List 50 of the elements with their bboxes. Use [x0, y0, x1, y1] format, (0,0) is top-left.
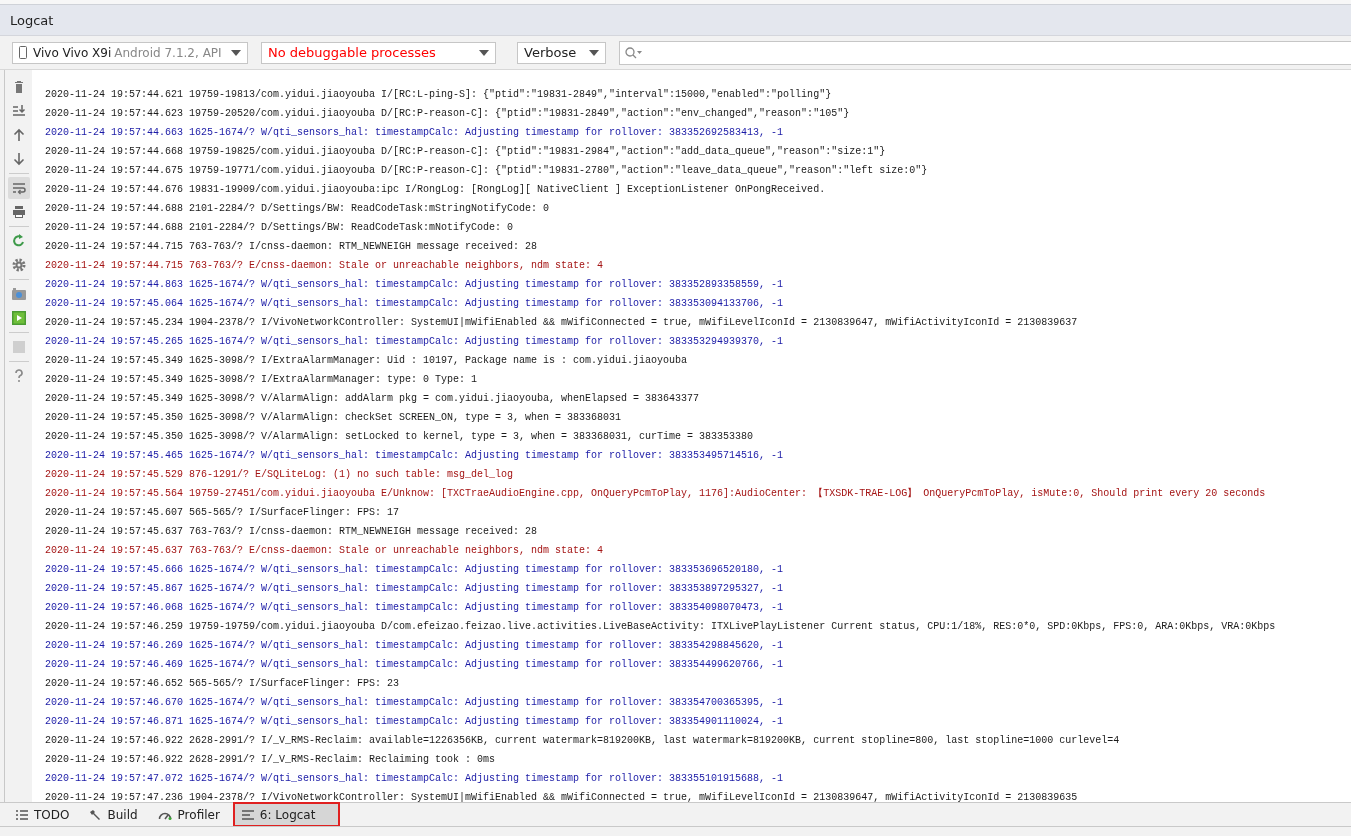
log-line: 2020-11-24 19:57:45.637 763-763/? I/cnss-daemon: RTM_NEWNEIGH message received: 28 — [45, 525, 539, 539]
log-line: 2020-11-24 19:57:46.259 19759-19759/com.yidui.jiaoyouba D/com.efeizao.feizao.live.activities.LiveBaseActivity: ITXLivePlayListener Current status, CPU:1/18%, RES:0*0, SPD:0Kbps, FPS:0, ARA:0Kbps, VRA:0Kbps — [45, 620, 1277, 634]
tool-window-tab[interactable]: Build — [81, 803, 146, 826]
log-line: 2020-11-24 19:57:46.922 2628-2991/? I/_V_RMS-Reclaim: Reclaiming took : 0ms — [45, 753, 497, 767]
log-line: 2020-11-24 19:57:45.064 1625-1674/? W/qti_sensors_hal: timestampCalc: Adjusting timestamp for rollover: 383353094133706, -1 — [45, 297, 785, 311]
log-line: 2020-11-24 19:57:46.469 1625-1674/? W/qti_sensors_hal: timestampCalc: Adjusting timestamp for rollover: 383354499620766, -1 — [45, 658, 785, 672]
process-name: No debuggable processes — [268, 45, 436, 60]
log-line: 2020-11-24 19:57:45.349 1625-3098/? V/AlarmAlign: addAlarm pkg = com.yidui.jiaoyouba, whenElapsed = 383643377 — [45, 392, 701, 406]
log-line: 2020-11-24 19:57:46.871 1625-1674/? W/qti_sensors_hal: timestampCalc: Adjusting timestamp for rollover: 383354901110024, -1 — [45, 715, 785, 729]
log-line: 2020-11-24 19:57:45.666 1625-1674/? W/qti_sensors_hal: timestampCalc: Adjusting timestamp for rollover: 383353696520180, -1 — [45, 563, 785, 577]
tool-window-tab[interactable]: TODO — [8, 803, 78, 826]
log-line: 2020-11-24 19:57:45.564 19759-27451/com.yidui.jiaoyouba E/Unknow: [TXCTraeAudioEngine.cpp, OnQueryPcmToPlay, 1176]:AudioCenter: 【TXSDK-TRAE-LOG】 OnQueryPcmToPlay, isMute:0, Should print every 20 seconds — [45, 486, 1267, 501]
device-dropdown[interactable]: Vivo Vivo X9i Android 7.1.2, API — [12, 41, 248, 64]
log-level-dropdown[interactable]: Verbose — [517, 41, 606, 64]
device-name: Vivo Vivo X9i — [33, 45, 112, 60]
device-detail: Android 7.1.2, API — [114, 45, 222, 60]
log-line: 2020-11-24 19:57:44.715 763-763/? E/cnss-daemon: Stale or unreachable neighbors, ndm state: 4 — [45, 259, 605, 273]
log-line: 2020-11-24 19:57:44.863 1625-1674/? W/qti_sensors_hal: timestampCalc: Adjusting timestamp for rollover: 383352893358559, -1 — [45, 278, 785, 292]
log-line: 2020-11-24 19:57:44.668 19759-19825/com.yidui.jiaoyouba D/[RC:P-reason-C]: {"ptid":"19831-2984","action":"add_data_queue","reason":"size:1"} — [45, 145, 887, 159]
tool-window-tab[interactable]: Profiler — [149, 803, 228, 826]
log-line: 2020-11-24 19:57:45.867 1625-1674/? W/qti_sensors_hal: timestampCalc: Adjusting timestamp for rollover: 383353897295327, -1 — [45, 582, 785, 596]
log-line: 2020-11-24 19:57:45.349 1625-3098/? I/ExtraAlarmManager: type: 0 Type: 1 — [45, 373, 479, 387]
log-line: 2020-11-24 19:57:46.922 2628-2991/? I/_V_RMS-Reclaim: available=1226356KB, current watermark=819200KB, last watermark=819200KB, current stopline=800, last stopline=1000 curlevel=4 — [45, 734, 1121, 748]
log-line: 2020-11-24 19:57:47.072 1625-1674/? W/qti_sensors_hal: timestampCalc: Adjusting timestamp for rollover: 383355101915688, -1 — [45, 772, 785, 786]
log-line: 2020-11-24 19:57:45.350 1625-3098/? V/AlarmAlign: setLocked to kernel, type = 3, when = 383368031, curTime = 383353380 — [45, 430, 755, 444]
process-dropdown[interactable]: No debuggable processes — [261, 41, 496, 64]
log-line: 2020-11-24 19:57:47.236 1904-2378/? I/VivoNetworkController: SystemUI|mWifiEnabled && mWifiConnected = true, mWifiLevelIconId = 2130839647, mWifiActivityIconId = 2130839635 — [45, 791, 1079, 802]
log-line: 2020-11-24 19:57:46.652 565-565/? I/SurfaceFlinger: FPS: 23 — [45, 677, 401, 691]
log-line: 2020-11-24 19:57:45.529 876-1291/? E/SQLiteLog: (1) no such table: msg_del_log — [45, 468, 515, 482]
log-line: 2020-11-24 19:57:44.676 19831-19909/com.yidui.jiaoyouba:ipc I/RongLog: [RongLog][ NativeClient ] ExceptionListener OnPongReceived. — [45, 183, 827, 197]
log-line: 2020-11-24 19:57:44.675 19759-19771/com.yidui.jiaoyouba D/[RC:P-reason-C]: {"ptid":"19831-2780","action":"leave_data_queue","reason":"left size:0"} — [45, 164, 929, 178]
log-line: 2020-11-24 19:57:45.607 565-565/? I/SurfaceFlinger: FPS: 17 — [45, 506, 401, 520]
log-line: 2020-11-24 19:57:46.269 1625-1674/? W/qti_sensors_hal: timestampCalc: Adjusting timestamp for rollover: 383354298845620, -1 — [45, 639, 785, 653]
log-line: 2020-11-24 19:57:45.350 1625-3098/? V/AlarmAlign: checkSet SCREEN_ON, type = 3, when = 383368031 — [45, 411, 623, 425]
log-line: 2020-11-24 19:57:45.637 763-763/? E/cnss-daemon: Stale or unreachable neighbors, ndm state: 4 — [45, 544, 605, 558]
log-line: 2020-11-24 19:57:44.663 1625-1674/? W/qti_sensors_hal: timestampCalc: Adjusting timestamp for rollover: 383352692583413, -1 — [45, 126, 785, 140]
log-line: 2020-11-24 19:57:46.670 1625-1674/? W/qti_sensors_hal: timestampCalc: Adjusting timestamp for rollover: 383354700365395, -1 — [45, 696, 785, 710]
log-line: 2020-11-24 19:57:44.623 19759-20520/com.yidui.jiaoyouba D/[RC:P-reason-C]: {"ptid":"19831-2849","action":"env_changed","reason":"105"} — [45, 107, 851, 121]
tool-window-tab[interactable]: 6: Logcat — [233, 803, 340, 826]
log-line: 2020-11-24 19:57:45.234 1904-2378/? I/VivoNetworkController: SystemUI|mWifiEnabled && mWifiConnected = true, mWifiLevelIconId = 2130839647, mWifiActivityIconId = 2130839637 — [45, 316, 1079, 330]
log-level: Verbose — [524, 45, 577, 60]
log-line: 2020-11-24 19:57:44.621 19759-19813/com.yidui.jiaoyouba I/[RC:L-ping-S]: {"ptid":"19831-2849","interval":15000,"enabled":"polling"} — [45, 88, 833, 102]
panel-title: Logcat — [10, 12, 54, 28]
log-line: 2020-11-24 19:57:44.688 2101-2284/? D/Settings/BW: ReadCodeTask:mNotifyCode: 0 — [45, 221, 515, 235]
log-line: 2020-11-24 19:57:44.715 763-763/? I/cnss-daemon: RTM_NEWNEIGH message received: 28 — [45, 240, 539, 254]
log-line: 2020-11-24 19:57:45.349 1625-3098/? I/ExtraAlarmManager: Uid : 10197, Package name is : com.yidui.jiaoyouba — [45, 354, 689, 368]
log-line: 2020-11-24 19:57:45.465 1625-1674/? W/qti_sensors_hal: timestampCalc: Adjusting timestamp for rollover: 383353495714516, -1 — [45, 449, 785, 463]
log-line: 2020-11-24 19:57:44.688 2101-2284/? D/Settings/BW: ReadCodeTask:mStringNotifyCode: 0 — [45, 202, 551, 216]
log-line: 2020-11-24 19:57:46.068 1625-1674/? W/qti_sensors_hal: timestampCalc: Adjusting timestamp for rollover: 383354098070473, -1 — [45, 601, 785, 615]
log-line: 2020-11-24 19:57:45.265 1625-1674/? W/qti_sensors_hal: timestampCalc: Adjusting timestamp for rollover: 383353294939370, -1 — [45, 335, 785, 349]
